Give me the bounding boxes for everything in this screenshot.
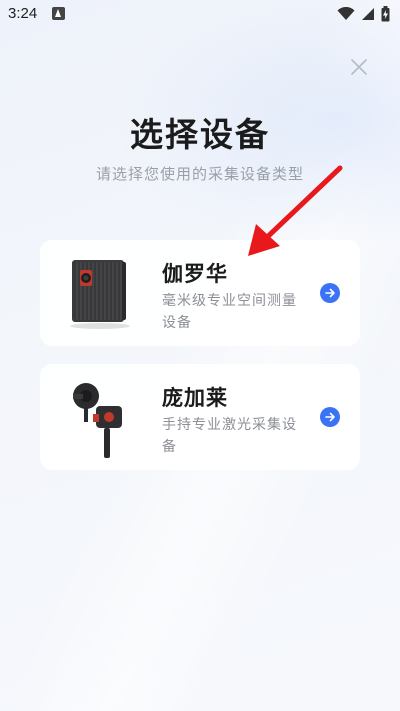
device-name: 伽罗华 (162, 262, 228, 286)
battery-charging-icon (381, 6, 390, 22)
close-button[interactable] (346, 54, 372, 80)
device-description: 毫米级专业空间测量设备 (162, 293, 297, 331)
status-time: 3:24 (8, 5, 38, 22)
device-card-poincare[interactable]: 庞加莱 手持专业激光采集设备 (40, 364, 360, 470)
background-sheen (0, 0, 400, 711)
poincare-device-image (73, 383, 122, 458)
arrow-right-circle-icon (325, 288, 335, 298)
arrow-right-circle-icon (325, 412, 335, 422)
signal-icon (362, 8, 374, 20)
device-description: 手持专业激光采集设备 (162, 417, 297, 455)
annotation-arrow-icon (248, 165, 343, 256)
status-bar: 3:24 (0, 0, 400, 28)
close-icon (351, 59, 367, 75)
page-title: 选择设备 (130, 115, 270, 154)
galois-device-image (70, 260, 130, 329)
device-select-button[interactable] (320, 283, 340, 303)
notification-a-icon (52, 7, 65, 20)
wifi-icon (337, 7, 355, 20)
device-select-button[interactable] (320, 407, 340, 427)
device-name: 庞加莱 (162, 386, 228, 410)
status-icons (337, 6, 390, 22)
